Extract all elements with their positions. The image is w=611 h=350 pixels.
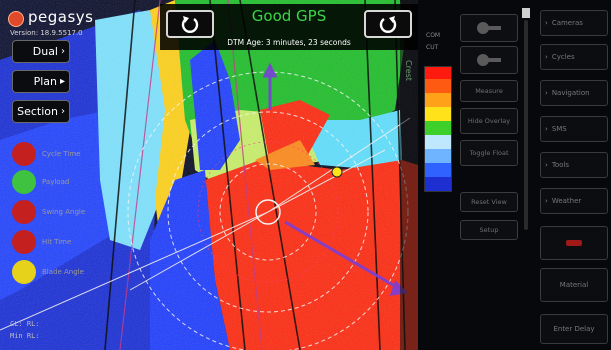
- stop-indicator[interactable]: [540, 226, 608, 260]
- rotate-right-button[interactable]: [364, 10, 412, 38]
- status-light-blade-angle: [12, 260, 36, 284]
- target-point: [331, 166, 343, 178]
- chevron-right-icon: ›: [61, 46, 65, 57]
- brand-name: pegasys: [28, 8, 94, 26]
- status-light-swing-angle: [12, 200, 36, 224]
- menu-cycles[interactable]: › Cycles: [540, 44, 608, 70]
- menu-tools[interactable]: › Tools: [540, 152, 608, 178]
- level-readouts: CL: RL: Min RL:: [8, 290, 158, 346]
- excavator-guidance-screen: Crest pegasys Version: 18.9.5517.0 Dual ›…: [0, 0, 611, 350]
- section-button[interactable]: Section ›: [12, 100, 70, 123]
- rotate-left-button[interactable]: [166, 10, 214, 38]
- chevron-right-icon: ›: [545, 125, 548, 133]
- status-label-swing-angle: Swing Angle: [42, 208, 86, 216]
- material-button[interactable]: Material: [540, 268, 608, 302]
- gps-status-text: Good GPS: [251, 7, 327, 25]
- rotate-left-icon: [181, 16, 199, 33]
- pegasys-logo: pegasys Version: 18.9.5517.0: [8, 8, 118, 40]
- menu-navigation[interactable]: › Navigation: [540, 80, 608, 106]
- toggle-float-button[interactable]: Toggle Float: [460, 140, 518, 166]
- status-lights-panel: Cycle Time Payload Swing Angle Hit Time …: [8, 130, 108, 290]
- zoom-slider-knob[interactable]: [522, 8, 530, 18]
- version-text: Version: 18.9.5517.0: [10, 29, 83, 37]
- dual-button-label: Dual: [32, 45, 58, 58]
- status-label-hit-time: Hit Time: [42, 238, 72, 246]
- rotate-right-icon: [379, 16, 397, 33]
- map-edge: [400, 0, 418, 350]
- setup-button[interactable]: Setup: [460, 220, 518, 240]
- status-label-blade-angle: Blade Angle: [42, 268, 84, 276]
- lock-tool-button[interactable]: [460, 14, 518, 42]
- measure-button[interactable]: Measure: [460, 80, 518, 102]
- status-light-cycle-time: [12, 142, 36, 166]
- chevron-right-icon: ›: [545, 161, 548, 169]
- plan-button[interactable]: Plan ▸: [12, 70, 70, 93]
- pegasys-logo-icon: [8, 11, 24, 27]
- hide-overlay-button[interactable]: Hide Overlay: [460, 108, 518, 134]
- play-arrow-icon: ▸: [59, 76, 65, 87]
- key-icon: [477, 54, 501, 66]
- dual-button[interactable]: Dual ›: [12, 40, 70, 63]
- menu-weather-label: Weather: [551, 197, 582, 205]
- menu-sms[interactable]: › SMS: [540, 116, 608, 142]
- red-indicator-icon: [566, 240, 582, 246]
- chevron-right-icon: ›: [545, 89, 548, 97]
- crest-label: Crest: [404, 60, 413, 81]
- menu-cameras-label: Cameras: [551, 19, 583, 27]
- unlock-tool-button[interactable]: [460, 46, 518, 74]
- menu-cycles-label: Cycles: [551, 53, 575, 61]
- menu-weather[interactable]: › Weather: [540, 188, 608, 214]
- key-icon: [477, 22, 501, 34]
- section-button-label: Section: [17, 105, 58, 118]
- chevron-right-icon: ›: [545, 53, 548, 61]
- dtm-age-text: DTM Age: 3 minutes, 23 seconds: [227, 38, 351, 47]
- status-light-payload: [12, 170, 36, 194]
- enter-delay-button[interactable]: Enter Delay: [540, 314, 608, 344]
- status-light-hit-time: [12, 230, 36, 254]
- readout-min-rl: Min RL:: [10, 332, 40, 340]
- readout-cl-rl: CL: RL:: [10, 320, 40, 328]
- reset-view-button[interactable]: Reset View: [460, 192, 518, 212]
- status-label-cycle-time: Cycle Time: [42, 150, 81, 158]
- menu-tools-label: Tools: [551, 161, 570, 169]
- chevron-right-icon: ›: [545, 19, 548, 27]
- gps-status-bar: Good GPS DTM Age: 3 minutes, 23 seconds: [160, 4, 418, 50]
- menu-cameras[interactable]: › Cameras: [540, 10, 608, 36]
- menu-sms-label: SMS: [551, 125, 567, 133]
- color-scale-bottom-label: CUT: [426, 44, 439, 51]
- menu-navigation-label: Navigation: [551, 89, 590, 97]
- chevron-right-icon: ›: [61, 106, 65, 117]
- color-scale-top-label: COM: [426, 32, 441, 39]
- cut-fill-color-scale: [424, 66, 452, 192]
- zoom-slider-track[interactable]: [524, 20, 528, 230]
- status-label-payload: Payload: [42, 178, 70, 186]
- chevron-right-icon: ›: [545, 197, 548, 205]
- plan-button-label: Plan: [33, 75, 57, 88]
